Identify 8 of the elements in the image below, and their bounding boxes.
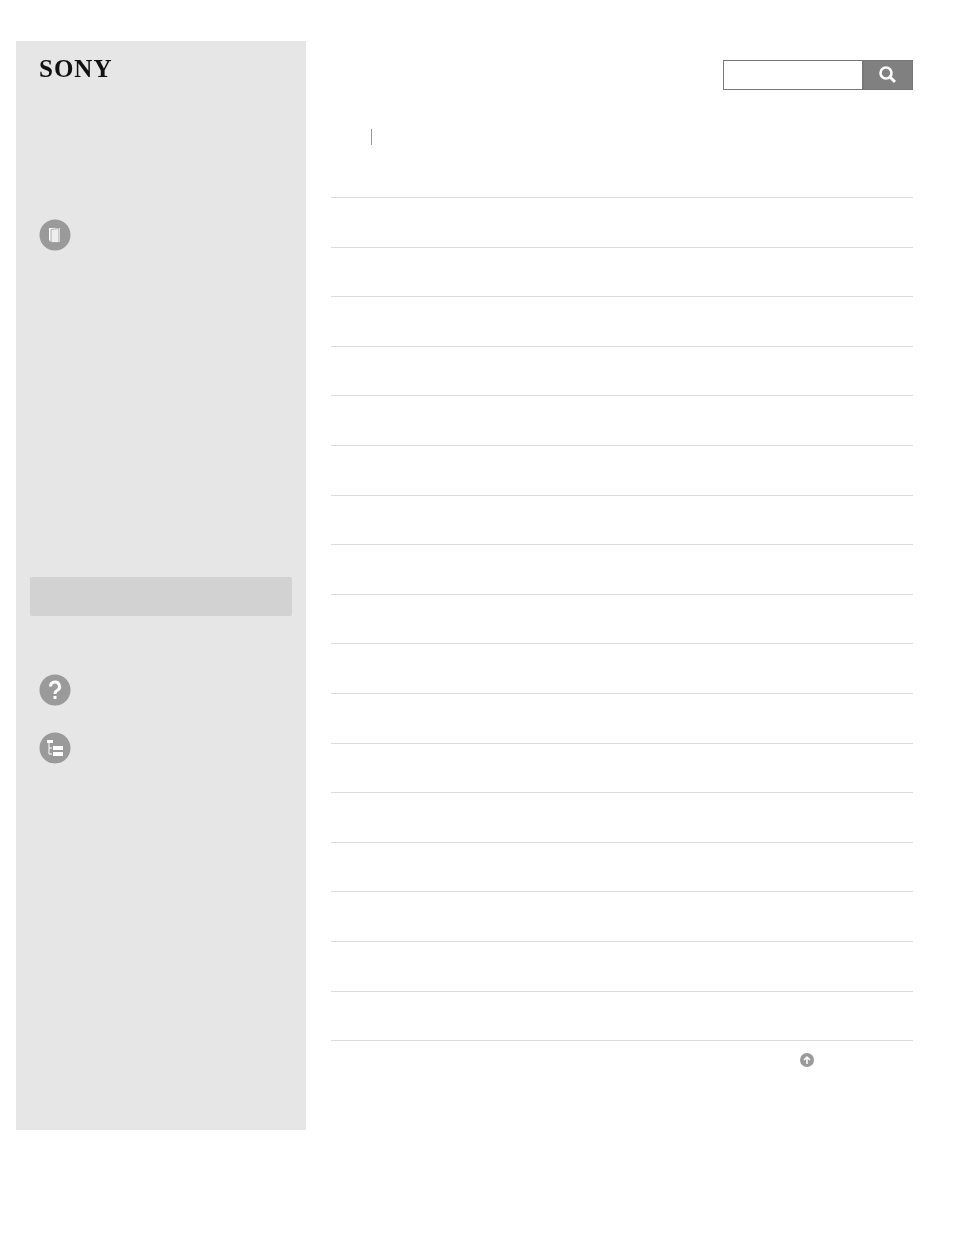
tree-list-icon[interactable] <box>39 732 71 764</box>
back-to-top-icon[interactable] <box>800 1053 814 1068</box>
search-button[interactable] <box>863 60 913 90</box>
book-icon[interactable] <box>39 219 71 251</box>
search-field[interactable] <box>723 60 863 90</box>
help-icon[interactable] <box>39 674 71 706</box>
search-icon <box>878 65 898 85</box>
logo[interactable]: SONY <box>39 55 113 82</box>
